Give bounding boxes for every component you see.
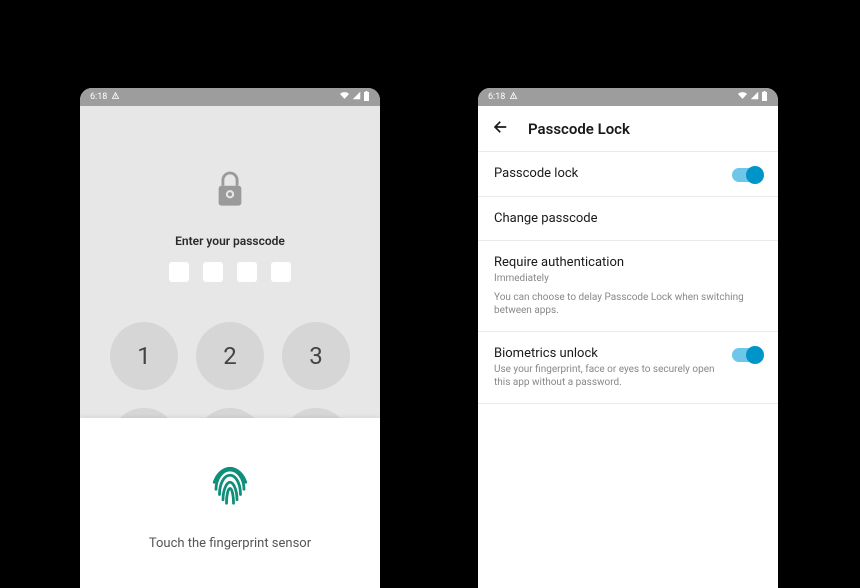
row-description: Use your fingerprint, face or eyes to se…	[494, 363, 720, 389]
settings-list: Passcode lock Change passcode Require au…	[478, 152, 778, 404]
keypad-1[interactable]: 1	[110, 322, 178, 390]
battery-icon	[363, 91, 370, 104]
status-time: 6:18	[90, 92, 107, 102]
passcode-input	[169, 262, 291, 282]
row-title: Change passcode	[494, 211, 762, 226]
wifi-icon	[737, 91, 748, 103]
passcode-digit	[169, 262, 189, 282]
page-title: Passcode Lock	[528, 120, 630, 138]
fingerprint-panel: Touch the fingerprint sensor	[80, 418, 380, 588]
battery-icon	[761, 91, 768, 104]
row-passcode-lock[interactable]: Passcode lock	[478, 152, 778, 197]
row-title: Require authentication	[494, 255, 762, 270]
keypad-2[interactable]: 2	[196, 322, 264, 390]
lock-icon	[213, 170, 247, 214]
row-title: Passcode lock	[494, 166, 720, 181]
row-require-auth[interactable]: Require authentication Immediately You c…	[478, 241, 778, 332]
passcode-digit	[203, 262, 223, 282]
row-title: Biometrics unlock	[494, 346, 720, 361]
row-subtitle: Immediately	[494, 272, 762, 285]
passcode-digit	[271, 262, 291, 282]
phone-passcode: 6:18 Enter your passco	[80, 88, 380, 588]
toggle-biometrics[interactable]	[732, 348, 762, 362]
warning-icon	[509, 91, 518, 103]
row-change-passcode[interactable]: Change passcode	[478, 197, 778, 241]
fingerprint-icon[interactable]	[202, 456, 258, 516]
row-biometrics[interactable]: Biometrics unlock Use your fingerprint, …	[478, 332, 778, 404]
phone-settings: 6:18 Passcode Lock Passcode lock	[478, 88, 778, 588]
status-time: 6:18	[488, 92, 505, 102]
status-bar: 6:18	[80, 88, 380, 106]
status-bar: 6:18	[478, 88, 778, 106]
toggle-passcode-lock[interactable]	[732, 168, 762, 182]
wifi-icon	[339, 91, 350, 103]
back-icon[interactable]	[492, 118, 510, 140]
keypad-3[interactable]: 3	[282, 322, 350, 390]
fingerprint-prompt: Touch the fingerprint sensor	[149, 536, 311, 551]
row-description: You can choose to delay Passcode Lock wh…	[494, 291, 762, 317]
signal-icon	[750, 91, 759, 103]
app-bar: Passcode Lock	[478, 106, 778, 152]
signal-icon	[352, 91, 361, 103]
passcode-digit	[237, 262, 257, 282]
passcode-title: Enter your passcode	[175, 234, 285, 248]
warning-icon	[111, 91, 120, 103]
